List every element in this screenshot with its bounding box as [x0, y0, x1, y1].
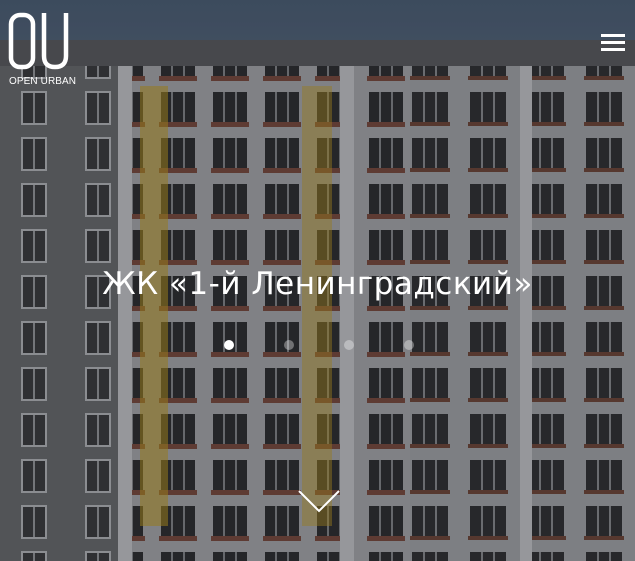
- slider-dot-2[interactable]: [284, 340, 294, 350]
- slider-dot-4[interactable]: [404, 340, 414, 350]
- hamburger-menu-icon: [601, 34, 625, 37]
- chevron-down-icon[interactable]: [297, 487, 341, 515]
- slider-pagination: [224, 340, 424, 352]
- logo-text: OPEN URBAN: [9, 76, 77, 87]
- site-logo[interactable]: OPEN URBAN: [8, 12, 76, 90]
- slider-dot-1[interactable]: [224, 340, 234, 350]
- hero-slider: OPEN URBAN ЖК «1-й Ленинградский»: [0, 0, 635, 561]
- slider-dot-3[interactable]: [344, 340, 354, 350]
- hero-title: ЖК «1-й Ленинградский»: [102, 266, 533, 302]
- menu-button[interactable]: [599, 32, 627, 52]
- logo-mark-icon: [8, 12, 69, 70]
